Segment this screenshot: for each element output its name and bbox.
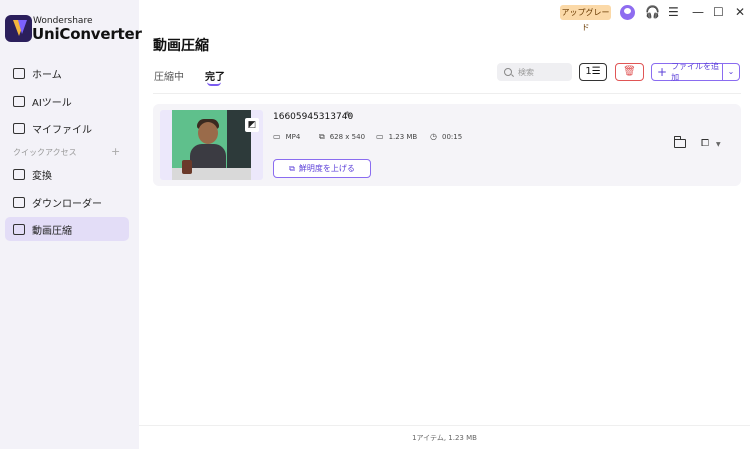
crop-dropdown-icon[interactable]: ▼ bbox=[716, 141, 721, 148]
active-tab-indicator bbox=[207, 82, 221, 86]
maximize-icon[interactable]: ☐ bbox=[713, 4, 724, 20]
sidebar-item-label: マイファイル bbox=[32, 124, 92, 136]
home-icon bbox=[13, 67, 25, 79]
search-placeholder: 検索 bbox=[518, 67, 534, 77]
sidebar-item-downloader[interactable]: ダウンローダー bbox=[5, 190, 129, 214]
rename-icon[interactable]: ✎ bbox=[345, 111, 353, 121]
uniconverter-logo-icon bbox=[5, 15, 32, 42]
folder-size-icon: ▭ bbox=[376, 132, 384, 141]
quick-access-heading: クイックアクセス bbox=[13, 148, 77, 157]
tab-compressing[interactable]: 圧縮中 bbox=[154, 68, 184, 83]
sidebar-item-label: 動画圧縮 bbox=[32, 225, 72, 237]
sidebar: Wondershare UniConverter ホーム AIツール マイファイ… bbox=[0, 0, 142, 449]
headset-icon[interactable]: 🎧 bbox=[645, 4, 660, 20]
video-format-icon: ▭ bbox=[273, 132, 281, 141]
tab-done[interactable]: 完了 bbox=[205, 68, 225, 83]
add-file-dropdown-button[interactable]: ⌄ bbox=[722, 63, 740, 81]
add-quick-access-button[interactable]: + bbox=[111, 145, 120, 158]
plus-icon: + bbox=[657, 65, 668, 79]
file-resolution: ⧉ 628 x 540 bbox=[319, 132, 365, 142]
minimize-icon[interactable]: — bbox=[692, 4, 704, 20]
avatar-icon[interactable] bbox=[620, 5, 635, 20]
add-file-label: ファイルを追加 bbox=[671, 62, 720, 82]
preview-icon[interactable]: ◩ bbox=[245, 118, 259, 132]
sidebar-item-home[interactable]: ホーム bbox=[5, 61, 129, 85]
video-compress-icon bbox=[13, 223, 25, 235]
file-size: ▭ 1.23 MB bbox=[376, 132, 417, 141]
sidebar-item-label: ホーム bbox=[32, 69, 62, 81]
enhance-label: 鮮明度を上げる bbox=[298, 164, 355, 173]
open-folder-icon[interactable] bbox=[674, 136, 686, 148]
sidebar-item-label: 変換 bbox=[32, 170, 52, 182]
my-files-icon bbox=[13, 122, 25, 134]
close-icon[interactable]: ✕ bbox=[735, 4, 745, 20]
add-file-button[interactable]: + ファイルを追加 bbox=[651, 62, 723, 82]
clock-icon: ◷ bbox=[430, 132, 437, 141]
ai-tools-icon bbox=[13, 95, 25, 107]
brand-product: UniConverter bbox=[32, 25, 142, 43]
file-card: ◩ 16605945313740 ✎ ▭ MP4 ⧉ 628 x 540 ▭ 1… bbox=[153, 104, 741, 186]
sidebar-item-my-files[interactable]: マイファイル bbox=[5, 116, 129, 140]
search-icon bbox=[504, 68, 512, 76]
file-duration: ◷ 00:15 bbox=[430, 132, 462, 141]
sidebar-item-label: ダウンローダー bbox=[32, 198, 102, 210]
convert-icon bbox=[13, 168, 25, 180]
search-input[interactable]: 検索 bbox=[497, 63, 572, 81]
file-format: ▭ MP4 bbox=[273, 132, 300, 141]
status-summary: 1アイテム, 1.23 MB bbox=[412, 434, 477, 442]
crop-icon[interactable]: ⧠ bbox=[701, 138, 709, 149]
list-order-button[interactable]: 1☰ bbox=[579, 63, 607, 81]
upgrade-button[interactable]: アップグレード bbox=[560, 5, 611, 32]
format-value: MP4 bbox=[285, 132, 301, 141]
duration-value: 00:15 bbox=[441, 132, 463, 141]
resolution-value: 628 x 540 bbox=[329, 133, 366, 141]
sidebar-item-convert[interactable]: 変換 bbox=[5, 162, 129, 186]
sidebar-item-ai-tools[interactable]: AIツール bbox=[5, 89, 129, 113]
enhance-clarity-button[interactable]: ⧉ 鮮明度を上げる bbox=[273, 159, 371, 178]
enhance-icon: ⧉ bbox=[289, 163, 295, 173]
sidebar-item-label: AIツール bbox=[32, 97, 72, 109]
video-thumbnail[interactable]: ◩ bbox=[160, 110, 263, 180]
size-value: 1.23 MB bbox=[388, 132, 418, 141]
downloader-icon bbox=[13, 196, 25, 208]
delete-button[interactable]: 🗑 bbox=[615, 63, 644, 81]
sidebar-item-video-compress[interactable]: 動画圧縮 bbox=[5, 217, 129, 241]
file-name: 16605945313740 bbox=[273, 112, 354, 122]
menu-list-icon[interactable]: ☰ bbox=[668, 4, 679, 20]
header-divider bbox=[153, 93, 741, 94]
page-title: 動画圧縮 bbox=[153, 38, 209, 54]
footer-divider bbox=[139, 425, 750, 426]
resolution-icon: ⧉ bbox=[319, 132, 325, 141]
